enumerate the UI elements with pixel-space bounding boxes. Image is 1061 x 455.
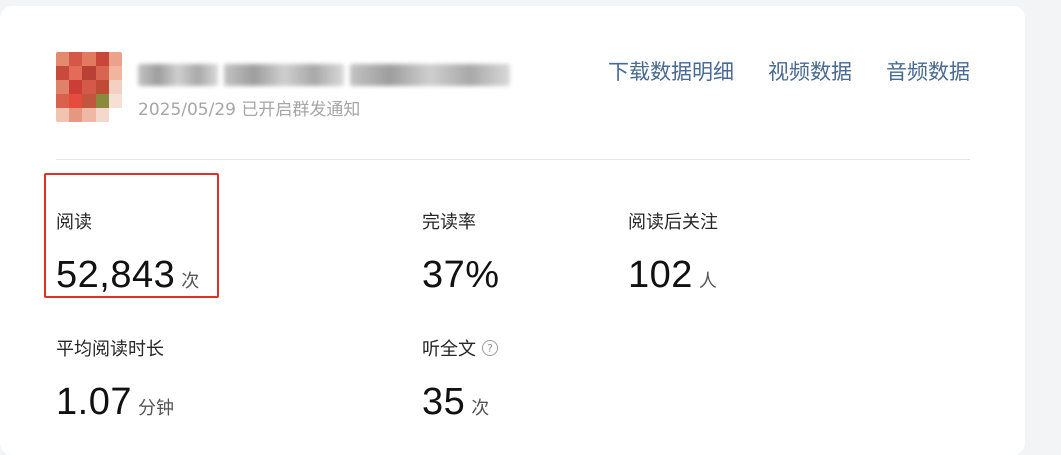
publish-meta: 2025/05/29 已开启群发通知 <box>138 95 360 120</box>
notify-status: 已开启群发通知 <box>241 100 361 120</box>
article-title-blurred <box>138 61 538 89</box>
question-circle-icon[interactable]: ? <box>482 340 498 356</box>
stat-listen-full-unit: 次 <box>471 398 490 419</box>
stat-reads-unit: 次 <box>181 271 200 292</box>
stat-avg-read-time-value: 1.07 <box>56 381 132 423</box>
stat-listen-full: 听全文 ? 35 次 <box>422 335 498 424</box>
header-divider <box>56 159 970 160</box>
stat-follows-label: 阅读后关注 <box>628 212 718 233</box>
stat-completion-rate-label: 完读率 <box>422 212 476 233</box>
article-stats-card: 2025/05/29 已开启群发通知 下载数据明细 视频数据 音频数据 阅读 5… <box>0 6 1025 455</box>
download-details-link[interactable]: 下载数据明细 <box>608 56 734 86</box>
stat-listen-full-label: 听全文 <box>422 339 476 360</box>
article-thumbnail[interactable] <box>56 52 122 122</box>
stat-completion-rate-value: 37% <box>422 254 500 296</box>
stat-listen-full-value: 35 <box>422 381 466 423</box>
stat-reads-label: 阅读 <box>56 212 92 233</box>
stat-reads-value: 52,843 <box>56 254 176 296</box>
stat-follows-unit: 人 <box>698 271 717 292</box>
stat-completion-rate: 完读率 37% <box>422 208 500 297</box>
stat-reads: 阅读 52,843 次 <box>56 208 199 297</box>
stat-follows-after-read: 阅读后关注 102 人 <box>628 208 718 297</box>
publish-date: 2025/05/29 <box>138 100 236 120</box>
header-links: 下载数据明细 视频数据 音频数据 <box>608 56 970 86</box>
stat-avg-read-time: 平均阅读时长 1.07 分钟 <box>56 335 174 424</box>
audio-data-link[interactable]: 音频数据 <box>886 56 970 86</box>
stat-follows-value: 102 <box>628 254 693 296</box>
stat-avg-read-time-unit: 分钟 <box>137 398 174 419</box>
stat-avg-read-time-label: 平均阅读时长 <box>56 339 164 360</box>
video-data-link[interactable]: 视频数据 <box>768 56 852 86</box>
